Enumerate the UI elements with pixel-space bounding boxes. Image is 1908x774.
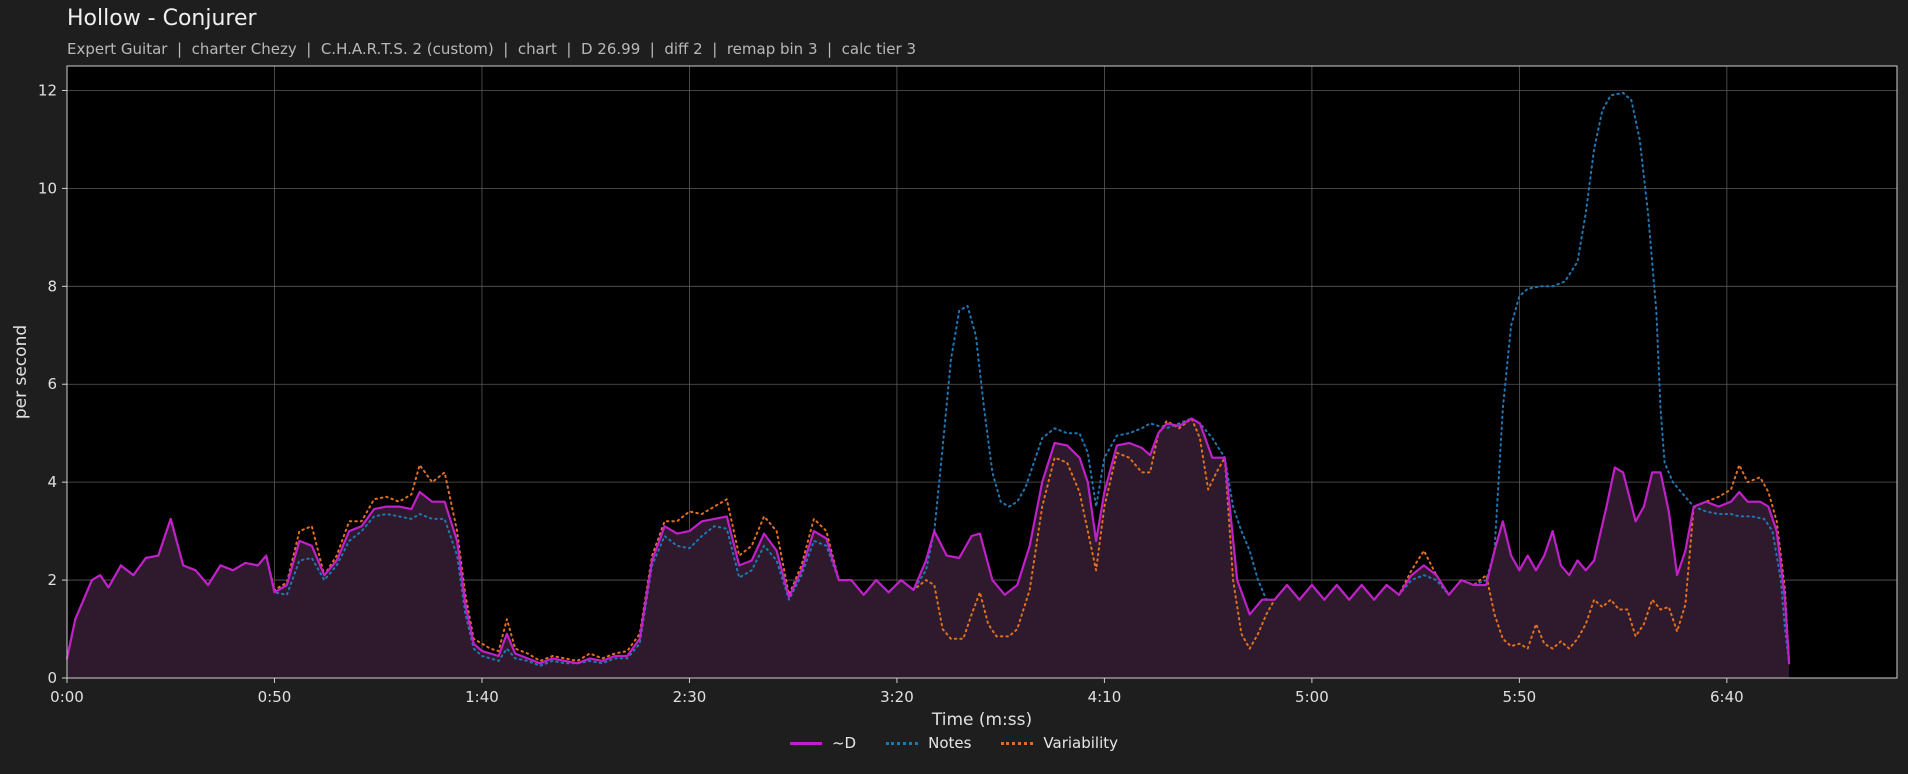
legend-label-d: ~D <box>831 734 857 752</box>
x-tick-label: 5:50 <box>1503 688 1537 706</box>
x-tick-label: 5:00 <box>1295 688 1329 706</box>
y-tick-label: 8 <box>47 277 57 295</box>
legend-swatch-d <box>789 741 822 745</box>
legend-item-notes: Notes <box>886 734 971 752</box>
legend-swatch-variability <box>1001 741 1034 745</box>
y-axis-label: per second <box>11 325 31 419</box>
x-tick-label: 6:40 <box>1710 688 1744 706</box>
legend-item-variability: Variability <box>1001 734 1118 752</box>
y-tick-label: 10 <box>38 179 57 197</box>
chart-legend: ~D Notes Variability <box>0 734 1908 752</box>
chart-svg: 0:00 0:50 1:40 2:30 3:20 4:10 5:00 5:50 6:40 0 2 4 6… <box>11 65 1898 730</box>
legend-label-variability: Variability <box>1043 734 1119 752</box>
x-tick-label: 3:20 <box>880 688 914 706</box>
y-tick-label: 0 <box>47 669 57 687</box>
x-tick-label: 2:30 <box>673 688 707 706</box>
x-tick-label: 0:00 <box>50 688 84 706</box>
x-tick-label: 4:10 <box>1088 688 1122 706</box>
y-tick-label: 2 <box>47 571 57 589</box>
legend-item-d: ~D <box>789 734 857 752</box>
x-tick-label: 1:40 <box>465 688 499 706</box>
y-tick-label: 4 <box>47 473 57 491</box>
y-tick-label: 6 <box>47 375 57 393</box>
legend-label-notes: Notes <box>928 734 972 752</box>
legend-swatch-notes <box>886 741 919 745</box>
x-axis-label: Time (m:ss) <box>931 710 1032 730</box>
x-tick-label: 0:50 <box>258 688 292 706</box>
y-tick-label: 12 <box>38 81 57 99</box>
